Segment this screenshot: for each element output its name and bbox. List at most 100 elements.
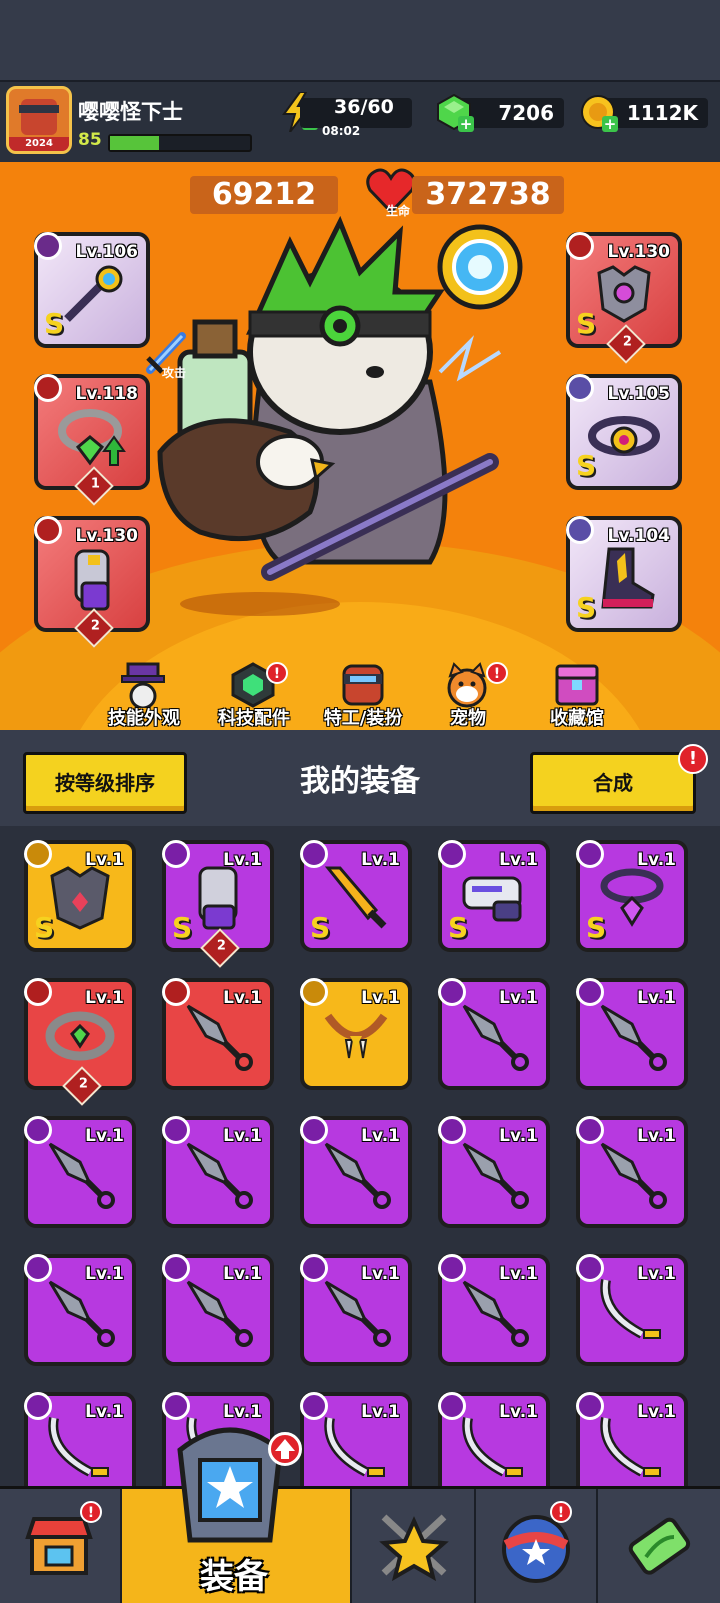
rank-badge: S xyxy=(310,911,331,944)
tech-parts-menu[interactable]: 科技配件 xyxy=(204,704,304,730)
system-status-bar xyxy=(0,0,720,80)
kunai-icon xyxy=(454,996,534,1080)
staff-icon xyxy=(64,265,123,323)
tech-parts-alert-badge: ! xyxy=(266,662,288,684)
inventory-item-kunai[interactable]: Lv.1 xyxy=(162,1254,274,1366)
katana-icon xyxy=(454,1410,534,1486)
pet-menu[interactable]: 宠物 xyxy=(430,704,506,730)
inventory-item-kunai[interactable]: Lv.1 xyxy=(576,1116,688,1228)
inventory-item-ring[interactable]: Lv.1 2 xyxy=(24,978,136,1106)
rank-badge: S xyxy=(576,591,597,624)
pet-dog-icon[interactable] xyxy=(442,662,492,708)
gloves-type-icon xyxy=(34,516,62,544)
inventory-item-kunai[interactable]: Lv.1 xyxy=(300,1254,412,1366)
kunai-icon xyxy=(454,1272,534,1356)
add-coin-icon[interactable]: + xyxy=(602,116,618,132)
inventory-item-fang-necklace[interactable]: Lv.1 xyxy=(300,978,412,1090)
equipped-boots-slot[interactable]: Lv.104 S xyxy=(566,516,682,632)
equipped-necklace-slot[interactable]: Lv.118 1 xyxy=(34,374,150,506)
inventory-item-necklace[interactable]: Lv.1 S xyxy=(576,840,688,952)
merge-button[interactable]: 合成 xyxy=(530,752,696,814)
gem-necklace-icon xyxy=(58,409,126,467)
agent-outfit-icon[interactable] xyxy=(338,662,388,708)
equipped-belt-slot[interactable]: Lv.105 S xyxy=(566,374,682,490)
nav-shop-tab[interactable]: ! xyxy=(0,1489,122,1603)
kunai-icon xyxy=(178,1134,258,1218)
boots-type-icon xyxy=(566,516,594,544)
inventory-item-kunai[interactable]: Lv.1 xyxy=(162,978,274,1090)
kunai-icon xyxy=(178,1272,258,1356)
star-swords-icon xyxy=(379,1514,449,1582)
avatar-year-badge: 2024 xyxy=(9,137,69,151)
gem-icon[interactable]: + xyxy=(436,93,474,132)
nav-gene-tab[interactable] xyxy=(598,1489,720,1603)
inventory-item-kunai[interactable]: Lv.1 xyxy=(438,1254,550,1366)
merge-alert-badge: ! xyxy=(678,744,708,774)
inventory-item-kunai[interactable]: Lv.1 xyxy=(24,1116,136,1228)
belt-type-icon xyxy=(566,374,594,402)
dna-capsule-icon xyxy=(628,1517,691,1575)
inventory-item-katana[interactable]: Lv.1 xyxy=(24,1392,136,1486)
hp-label: 生命 xyxy=(386,204,411,218)
fang-necklace-icon xyxy=(316,996,396,1080)
sort-by-level-button[interactable]: 按等级排序 xyxy=(23,752,187,814)
shop-alert-badge: ! xyxy=(80,1501,102,1523)
player-level: 85 xyxy=(78,130,102,150)
katana-icon xyxy=(316,1410,396,1486)
equipped-gloves-slot[interactable]: Lv.130 2 xyxy=(34,516,150,648)
inventory-item-katana[interactable]: Lv.1 xyxy=(300,1392,412,1486)
inventory-item-gun[interactable]: Lv.1 S xyxy=(438,840,550,952)
player-avatar[interactable]: 2024 xyxy=(6,86,72,154)
armor-type-icon xyxy=(566,232,594,260)
skill-skin-menu[interactable]: 技能外观 xyxy=(94,704,194,730)
bottom-navigation: ! 装备 ! xyxy=(0,1486,720,1603)
weapon-type-icon xyxy=(34,232,62,260)
necklace-type-icon xyxy=(34,374,62,402)
attack-value: 69212 xyxy=(190,176,338,214)
kunai-icon xyxy=(592,996,672,1080)
skill-skin-icon[interactable] xyxy=(118,662,168,710)
inventory-item-gloves[interactable]: Lv.1 S 2 xyxy=(162,840,274,968)
katana-icon xyxy=(592,1272,672,1356)
kunai-icon xyxy=(316,1272,396,1356)
boot-icon xyxy=(601,547,655,609)
rank-badge: S xyxy=(34,911,55,944)
inventory-item-kunai[interactable]: Lv.1 xyxy=(438,978,550,1090)
inventory-item-armor[interactable]: Lv.1 S xyxy=(24,840,136,952)
hero-character-illustration xyxy=(157,215,523,616)
equipped-armor-slot[interactable]: Lv.130 S 2 xyxy=(566,232,682,364)
player-name: 嘤嘤怪下士 xyxy=(78,100,183,124)
inventory-item-sword[interactable]: Lv.1 S xyxy=(300,840,412,952)
collection-chest-icon[interactable] xyxy=(552,662,602,708)
rank-badge: S xyxy=(172,911,193,944)
hp-value: 372738 xyxy=(412,176,564,214)
challenge-alert-badge: ! xyxy=(550,1501,572,1523)
kunai-icon xyxy=(178,996,258,1080)
katana-icon xyxy=(592,1410,672,1486)
nav-challenge-tab[interactable]: ! xyxy=(476,1489,598,1603)
nav-battle-tab[interactable] xyxy=(352,1489,476,1603)
collection-menu[interactable]: 收藏馆 xyxy=(530,704,624,730)
inventory-item-kunai[interactable]: Lv.1 xyxy=(438,1116,550,1228)
upgrade-arrow-icon xyxy=(268,1432,302,1466)
add-gem-icon[interactable]: + xyxy=(458,116,474,132)
inventory-grid: Lv.1 S Lv.1 S 2 Lv.1 S Lv.1 S Lv.1 S Lv.1 2 Lv.1 Lv.1 L… xyxy=(0,826,720,1486)
coin-icon[interactable]: + xyxy=(580,94,618,132)
agent-outfit-menu[interactable]: 特工/装扮 xyxy=(306,704,420,730)
rank-badge: S xyxy=(586,911,607,944)
inventory-item-katana[interactable]: Lv.1 xyxy=(576,1392,688,1486)
pet-alert-badge: ! xyxy=(486,662,508,684)
inventory-item-katana[interactable]: Lv.1 xyxy=(576,1254,688,1366)
energy-timer: 08:02 xyxy=(322,124,361,138)
section-title: 我的装备 xyxy=(300,764,420,799)
inventory-item-kunai[interactable]: Lv.1 xyxy=(24,1254,136,1366)
inventory-item-kunai[interactable]: Lv.1 xyxy=(162,1116,274,1228)
inventory-item-kunai[interactable]: Lv.1 xyxy=(300,1116,412,1228)
inventory-item-katana[interactable]: Lv.1 xyxy=(438,1392,550,1486)
chest-armor-icon xyxy=(597,265,651,324)
inventory-item-kunai[interactable]: Lv.1 xyxy=(576,978,688,1090)
kunai-icon xyxy=(592,1134,672,1218)
rank-badge: S xyxy=(448,911,469,944)
equipped-weapon-slot[interactable]: Lv.106 S xyxy=(34,232,150,348)
kunai-icon xyxy=(40,1134,120,1218)
